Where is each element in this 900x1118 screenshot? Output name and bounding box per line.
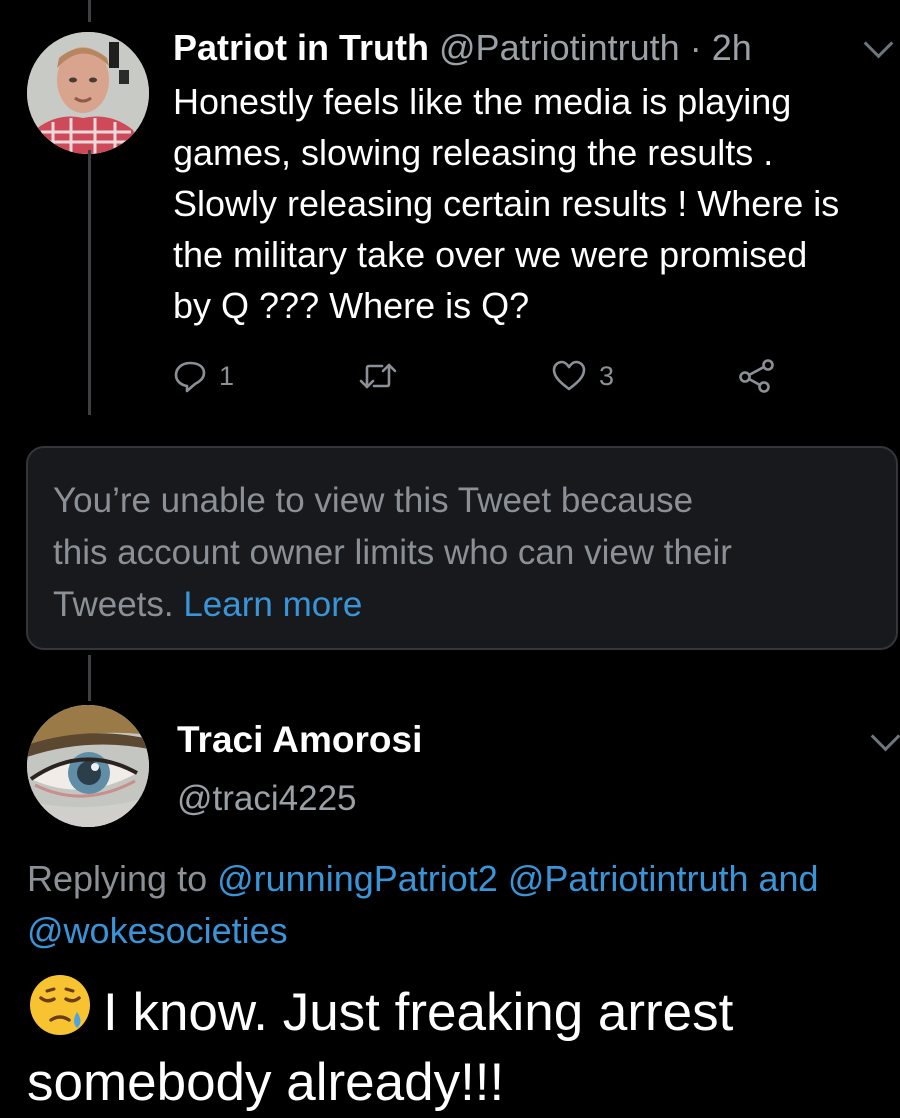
chevron-down-icon[interactable] (870, 721, 900, 752)
mention-joiner[interactable]: and (749, 858, 819, 899)
avatar[interactable] (27, 705, 149, 827)
share-icon (739, 359, 774, 393)
learn-more-link[interactable]: Learn more (183, 585, 362, 624)
user-handle[interactable]: @traci4225 (177, 777, 357, 821)
replying-to: Replying to @runningPatriot2 @Patriotint… (27, 853, 897, 957)
tweet-text-line: games, slowing releasing the results . (173, 132, 774, 173)
reply-count: 1 (219, 360, 235, 391)
replying-to-line: Replying to @runningPatriot2 @Patriotint… (27, 853, 897, 905)
sad-relieved-face-icon (30, 975, 90, 1035)
tweet-text: I know. Just freaking arrest somebody al… (27, 972, 733, 1118)
share-button[interactable] (738, 356, 776, 396)
user-name[interactable]: Traci Amorosi (177, 718, 422, 762)
notice-text-prefix: Tweets. (53, 585, 184, 624)
reply-button[interactable]: 1 (173, 356, 234, 396)
mention-link[interactable]: @runningPatriot2 (217, 858, 498, 899)
tweet-text-part: I know. Just freaking arrest (103, 983, 734, 1042)
unavailable-tweet-notice: You’re unable to view this Tweet because… (26, 446, 898, 650)
tweet-actions: 1 3 (173, 356, 793, 396)
user-name[interactable]: Patriot in Truth (173, 27, 429, 68)
thread-line (88, 0, 91, 22)
tweet-text-line: Honestly feels like the media is playing (173, 81, 792, 122)
chevron-down-icon[interactable] (863, 28, 894, 59)
notice-text-line: Tweets. Learn more (53, 579, 872, 631)
like-button[interactable]: 3 (551, 356, 614, 396)
thread-line (88, 150, 91, 415)
tweet-text: Honestly feels like the media is playing… (173, 76, 898, 331)
tweet-text-line: the military take over we were promised (173, 234, 808, 275)
avatar[interactable] (27, 32, 149, 154)
user-handle[interactable]: @Patriotintruth (439, 27, 680, 68)
reply-icon (174, 361, 206, 393)
notice-text-line: You’re unable to view this Tweet because (53, 481, 694, 520)
tweet-text-line: by Q ??? Where is Q? (173, 285, 530, 326)
heart-icon (552, 360, 586, 391)
tweet-header: Patriot in Truth @Patriotintruth · 2h (173, 27, 752, 69)
notice-text-line: this account owner limits who can view t… (53, 533, 732, 572)
replying-prefix: Replying to (27, 858, 218, 899)
tweet-text-line: somebody already!!! (27, 1053, 505, 1112)
thread-line (88, 655, 91, 701)
timestamp[interactable]: 2h (712, 27, 752, 68)
retweet-icon (359, 363, 397, 389)
separator: · (689, 27, 702, 68)
mention-link[interactable]: @Patriotintruth (508, 858, 749, 899)
tweet-text-line: I know. Just freaking arrest (27, 972, 733, 1048)
replying-to-line: @wokesocieties (27, 905, 897, 957)
retweet-button[interactable] (358, 356, 398, 396)
like-count: 3 (599, 360, 615, 391)
mention-link[interactable]: @wokesocieties (27, 910, 288, 951)
tweet-text-line: Slowly releasing certain results ! Where… (173, 183, 840, 224)
